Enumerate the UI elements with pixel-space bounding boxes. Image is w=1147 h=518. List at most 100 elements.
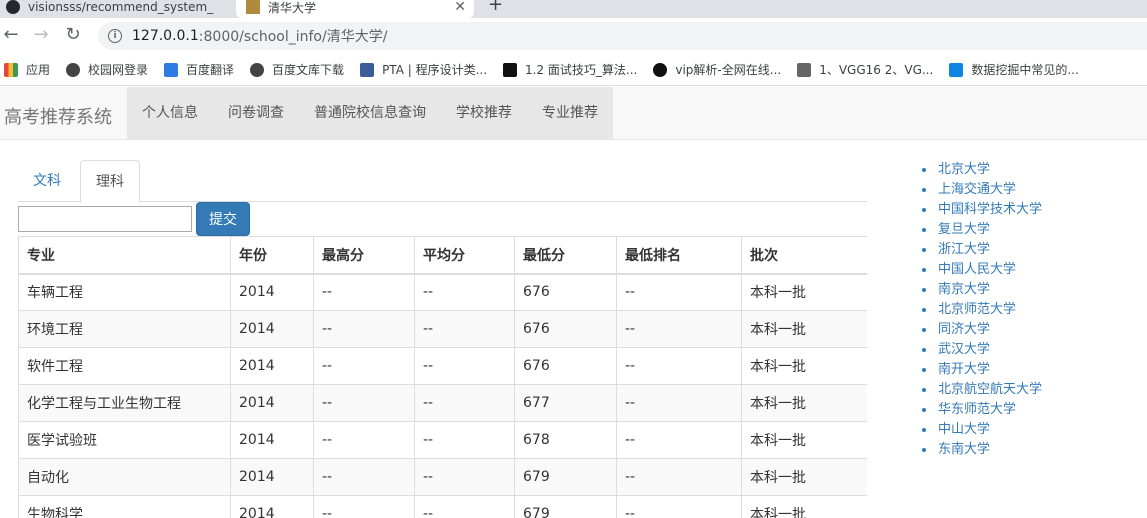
bookmark-item[interactable]: 1.2 面试技巧_算法... (503, 61, 637, 78)
cell-min-score: 678 (514, 421, 617, 459)
bookmark-item[interactable]: vip解析-全网在线... (653, 61, 781, 78)
bookmark-item[interactable]: 校园网登录 (66, 61, 148, 78)
cell-batch: 本科一批 (741, 347, 867, 385)
cell-min-score: 679 (514, 458, 617, 496)
subject-tabs: 文科 理科 (18, 160, 867, 203)
globe-icon (66, 62, 81, 77)
school-link[interactable]: 浙江大学 (920, 240, 1140, 260)
url-path: :8000/school_info/清华大学/ (198, 29, 388, 45)
table-row: 自动化 2014 -- -- 679 -- 本科一批 (18, 458, 867, 496)
cell-major: 生物科学 (18, 495, 231, 518)
cell-min-rank: -- (616, 495, 742, 518)
browser-tab-github[interactable]: visionsss/recommend_system_ (0, 0, 230, 18)
github-icon (6, 0, 20, 14)
cell-avg-score: -- (414, 384, 515, 422)
browser-tab-active[interactable]: 清华大学 ✕ (236, 0, 474, 18)
cell-min-rank: -- (616, 347, 742, 385)
url-input[interactable]: i 127.0.0.1:8000/school_info/清华大学/ (98, 22, 1147, 50)
info-icon[interactable]: i (108, 29, 122, 43)
table-row: 车辆工程 2014 -- -- 676 -- 本科一批 (18, 273, 867, 311)
globe-icon (250, 62, 265, 77)
school-link[interactable]: 南开大学 (920, 360, 1140, 380)
tab-arts[interactable]: 文科 (18, 160, 76, 202)
table-row: 软件工程 2014 -- -- 676 -- 本科一批 (18, 347, 867, 385)
cell-major: 化学工程与工业生物工程 (18, 384, 231, 422)
school-link[interactable]: 上海交通大学 (920, 180, 1140, 200)
school-link[interactable]: 华东师范大学 (920, 400, 1140, 420)
site-icon (797, 62, 812, 77)
table-row: 医学试验班 2014 -- -- 678 -- 本科一批 (18, 421, 867, 459)
cell-avg-score: -- (414, 458, 515, 496)
school-link[interactable]: 东南大学 (920, 440, 1140, 460)
cell-max-score: -- (313, 495, 415, 518)
site-brand[interactable]: 高考推荐系统 (4, 103, 112, 129)
school-link[interactable]: 中山大学 (920, 420, 1140, 440)
cell-min-score: 679 (514, 495, 617, 518)
table-row: 环境工程 2014 -- -- 676 -- 本科一批 (18, 310, 867, 348)
school-link[interactable]: 同济大学 (920, 320, 1140, 340)
bookmarks-bar: 应用 校园网登录 百度翻译 百度文库下载 PTA | 程序设计类... 1.2 … (0, 54, 1147, 86)
cell-avg-score: -- (414, 273, 515, 311)
nav-major-recommend[interactable]: 专业推荐 (527, 87, 613, 139)
bookmark-label: PTA | 程序设计类... (382, 63, 488, 77)
table-row: 化学工程与工业生物工程 2014 -- -- 677 -- 本科一批 (18, 384, 867, 422)
cell-batch: 本科一批 (741, 421, 867, 459)
site-icon (503, 62, 518, 77)
tab-science[interactable]: 理科 (80, 160, 140, 203)
column-header: 最低分 (514, 236, 617, 275)
cell-avg-score: -- (414, 310, 515, 348)
zhihu-icon (949, 62, 964, 77)
school-link[interactable]: 中国科学技术大学 (920, 200, 1140, 220)
cell-year: 2014 (230, 495, 314, 518)
cell-year: 2014 (230, 273, 314, 311)
column-header: 最低排名 (616, 236, 742, 275)
cell-major: 自动化 (18, 458, 231, 496)
bookmark-item[interactable]: 百度翻译 (164, 61, 234, 78)
nav-school-query[interactable]: 普通院校信息查询 (299, 87, 441, 139)
school-link[interactable]: 复旦大学 (920, 220, 1140, 240)
school-link[interactable]: 北京航空航天大学 (920, 380, 1140, 400)
cell-avg-score: -- (414, 495, 515, 518)
school-favicon-icon (246, 0, 260, 14)
school-link[interactable]: 南京大学 (920, 280, 1140, 300)
cell-batch: 本科一批 (741, 384, 867, 422)
bookmark-label: 1.2 面试技巧_算法... (525, 63, 638, 77)
reload-icon[interactable]: ↻ (62, 24, 84, 45)
bookmark-item[interactable]: 数据挖掘中常见的... (949, 61, 1079, 78)
school-link[interactable]: 中国人民大学 (920, 260, 1140, 280)
forward-icon[interactable]: → (30, 24, 52, 45)
bookmark-item[interactable]: 1、VGG16 2、VG... (797, 61, 933, 78)
address-bar-row: ← → ↻ i 127.0.0.1:8000/school_info/清华大学/ (0, 18, 1147, 54)
school-link[interactable]: 北京大学 (920, 160, 1140, 180)
cell-min-rank: -- (616, 421, 742, 459)
cell-batch: 本科一批 (741, 495, 867, 518)
cell-max-score: -- (313, 273, 415, 311)
cell-min-score: 676 (514, 273, 617, 311)
column-header: 专业 (18, 236, 231, 275)
cell-max-score: -- (313, 384, 415, 422)
cell-year: 2014 (230, 347, 314, 385)
bookmark-label: vip解析-全网在线... (675, 63, 782, 77)
nav-survey[interactable]: 问卷调查 (213, 87, 299, 139)
school-link[interactable]: 北京师范大学 (920, 300, 1140, 320)
bookmark-label: 应用 (26, 63, 51, 77)
nav-personal-info[interactable]: 个人信息 (127, 87, 213, 139)
pta-icon (360, 62, 375, 77)
cell-min-rank: -- (616, 273, 742, 311)
cell-year: 2014 (230, 421, 314, 459)
tab-title: visionsss/recommend_system_ (28, 0, 214, 14)
bookmark-item[interactable]: PTA | 程序设计类... (360, 61, 487, 78)
school-link[interactable]: 武汉大学 (920, 340, 1140, 360)
nav-school-recommend[interactable]: 学校推荐 (441, 87, 527, 139)
cell-year: 2014 (230, 310, 314, 348)
back-icon[interactable]: ← (0, 24, 22, 45)
school-list: 北京大学 上海交通大学 中国科学技术大学 复旦大学 浙江大学 中国人民大学 南京… (920, 160, 1140, 460)
search-input[interactable] (18, 206, 192, 232)
bookmark-apps[interactable]: 应用 (4, 61, 50, 78)
column-header: 年份 (230, 236, 314, 275)
submit-button[interactable]: 提交 (196, 202, 250, 236)
bookmark-item[interactable]: 百度文库下载 (250, 61, 344, 78)
close-tab-icon[interactable]: ✕ (454, 0, 466, 15)
bookmark-label: 校园网登录 (88, 63, 149, 77)
new-tab-icon[interactable]: + (488, 0, 503, 15)
